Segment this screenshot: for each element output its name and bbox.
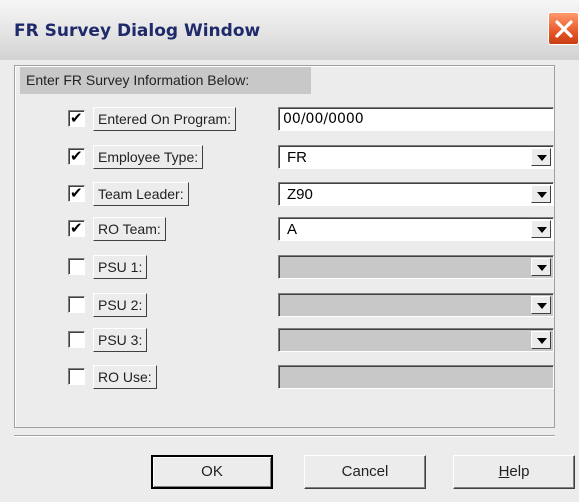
row-entered-on-program: ✔ Entered On Program: 00/00/0000 xyxy=(0,107,579,133)
row-psu-3: PSU 3: xyxy=(0,328,579,354)
chevron-down-icon xyxy=(537,155,547,161)
close-icon xyxy=(555,20,573,38)
ro-team-label[interactable]: RO Team: xyxy=(93,217,166,241)
psu-3-label[interactable]: PSU 3: xyxy=(93,328,148,352)
ro-team-dropdown-button[interactable] xyxy=(531,220,551,238)
employee-type-checkbox[interactable]: ✔ xyxy=(68,147,85,165)
ro-use-field xyxy=(278,365,554,389)
help-mnemonic: H xyxy=(498,463,510,480)
team-leader-dropdown-button[interactable] xyxy=(531,185,551,203)
psu-3-select xyxy=(278,328,554,352)
psu-1-select xyxy=(278,255,554,279)
row-ro-team: ✔ RO Team: A xyxy=(0,217,579,243)
row-psu-2: PSU 2: xyxy=(0,293,579,319)
row-psu-1: PSU 1: xyxy=(0,255,579,281)
chevron-down-icon xyxy=(537,227,547,233)
ro-use-label[interactable]: RO Use: xyxy=(93,365,157,389)
employee-type-label[interactable]: Employee Type: xyxy=(93,145,204,169)
psu-1-checkbox[interactable] xyxy=(68,258,85,275)
checkmark-icon: ✔ xyxy=(70,184,83,202)
psu-2-dropdown-button xyxy=(531,296,551,314)
dialog-body: Enter FR Survey Information Below: ✔ Ent… xyxy=(0,60,579,502)
row-team-leader: ✔ Team Leader: Z90 xyxy=(0,182,579,208)
entered-on-program-field[interactable]: 00/00/0000 xyxy=(278,107,554,131)
psu-2-checkbox[interactable] xyxy=(68,296,85,313)
ro-team-checkbox[interactable]: ✔ xyxy=(68,219,85,237)
fr-survey-dialog: FR Survey Dialog Window Enter FR Survey … xyxy=(0,0,579,502)
entered-on-program-value: 00/00/0000 xyxy=(283,111,364,127)
button-separator xyxy=(14,435,555,437)
entered-on-program-label[interactable]: Entered On Program: xyxy=(93,107,237,131)
ro-team-select[interactable]: A xyxy=(278,217,554,241)
row-ro-use: RO Use: xyxy=(0,365,579,391)
chevron-down-icon xyxy=(537,303,547,309)
checkmark-icon: ✔ xyxy=(70,219,83,237)
window-title: FR Survey Dialog Window xyxy=(14,21,261,41)
ro-team-value: A xyxy=(287,221,298,238)
psu-2-label[interactable]: PSU 2: xyxy=(93,293,148,317)
row-employee-type: ✔ Employee Type: FR xyxy=(0,145,579,171)
psu-1-label[interactable]: PSU 1: xyxy=(93,255,148,279)
close-button[interactable] xyxy=(548,12,579,45)
team-leader-value: Z90 xyxy=(287,186,313,203)
title-bar[interactable]: FR Survey Dialog Window xyxy=(0,0,579,61)
ok-button[interactable]: OK xyxy=(151,455,273,489)
employee-type-select[interactable]: FR xyxy=(278,145,554,169)
employee-type-dropdown-button[interactable] xyxy=(531,148,551,166)
ro-use-checkbox[interactable] xyxy=(68,368,85,385)
checkmark-icon: ✔ xyxy=(70,109,83,127)
team-leader-select[interactable]: Z90 xyxy=(278,182,554,206)
psu-1-dropdown-button xyxy=(531,258,551,276)
employee-type-value: FR xyxy=(287,149,307,166)
psu-3-dropdown-button xyxy=(531,331,551,349)
chevron-down-icon xyxy=(537,265,547,271)
entered-on-program-checkbox[interactable]: ✔ xyxy=(68,109,85,127)
cancel-button[interactable]: Cancel xyxy=(304,455,426,489)
help-label-rest: elp xyxy=(509,463,530,480)
team-leader-label[interactable]: Team Leader: xyxy=(93,182,189,206)
chevron-down-icon xyxy=(537,192,547,198)
psu-2-select xyxy=(278,293,554,317)
team-leader-checkbox[interactable]: ✔ xyxy=(68,184,85,202)
help-button[interactable]: Help xyxy=(453,455,575,489)
chevron-down-icon xyxy=(537,338,547,344)
checkmark-icon: ✔ xyxy=(70,147,83,165)
psu-3-checkbox[interactable] xyxy=(68,331,85,348)
